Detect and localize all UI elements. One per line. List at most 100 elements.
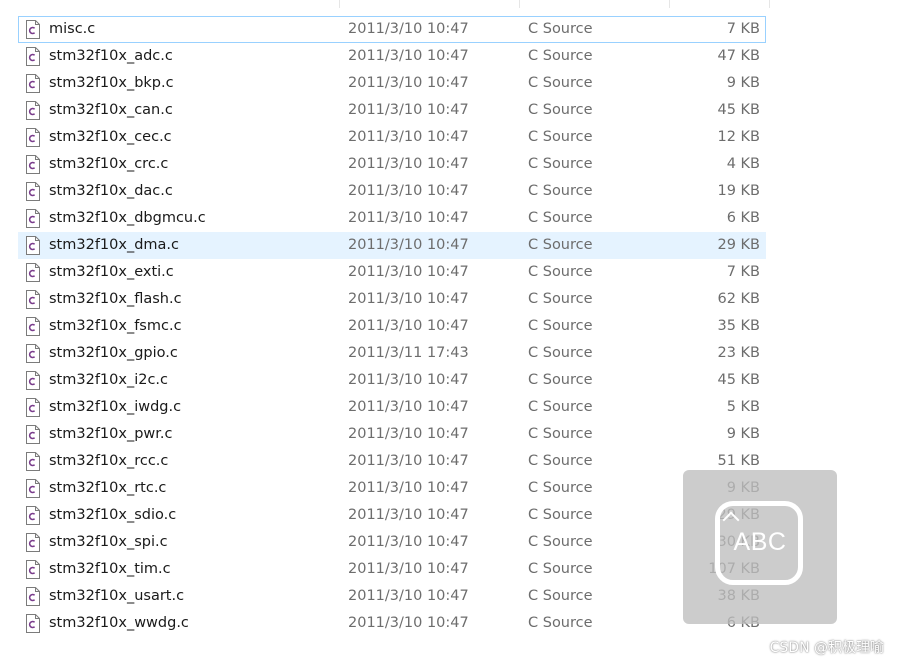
c-source-file-icon [25,209,41,228]
column-divider[interactable] [669,0,670,8]
file-type: C Source [528,102,593,118]
file-size: 45 KB [717,372,760,388]
file-type: C Source [528,372,593,388]
file-modified: 2011/3/10 10:47 [348,21,469,37]
c-source-file-icon [25,317,41,336]
c-source-file-icon [25,344,41,363]
c-source-file-icon [25,155,41,174]
file-row[interactable]: stm32f10x_rcc.c 2011/3/10 10:47 C Source 51… [18,448,766,475]
file-size: 62 KB [717,291,760,307]
file-row[interactable]: stm32f10x_can.c 2011/3/10 10:47 C Source 45… [18,97,766,124]
column-divider[interactable] [339,0,340,8]
file-type: C Source [528,21,593,37]
file-row[interactable]: stm32f10x_pwr.c 2011/3/10 10:47 C Source 9 … [18,421,766,448]
file-name: stm32f10x_cec.c [49,129,172,145]
file-row[interactable]: stm32f10x_dbgmcu.c 2011/3/10 10:47 C Sourc… [18,205,766,232]
column-divider[interactable] [769,0,770,8]
file-size: 4 KB [726,156,760,172]
file-modified: 2011/3/10 10:47 [348,183,469,199]
file-row[interactable]: stm32f10x_sdio.c2011/3/10 10:47C Source2… [18,502,766,529]
file-row[interactable]: stm32f10x_adc.c 2011/3/10 10:47 C Source 47… [18,43,766,70]
c-source-file-icon [25,47,41,66]
file-modified: 2011/3/10 10:47 [348,615,469,631]
file-type: C Source [528,156,593,172]
file-name: misc.c [49,21,96,37]
file-name: stm32f10x_exti.c [49,264,174,280]
file-name: stm32f10x_bkp.c [49,75,174,91]
file-size: 7 KB [726,21,760,37]
file-modified: 2011/3/11 17:43 [348,345,469,361]
file-row[interactable]: stm32f10x_dma.c 2011/3/10 10:47 C Source 29… [18,232,766,259]
c-source-file-icon [25,614,41,633]
file-row[interactable]: stm32f10x_rtc.c2011/3/10 10:47C Source9 … [18,475,766,502]
file-name: stm32f10x_crc.c [49,156,169,172]
file-modified: 2011/3/10 10:47 [348,264,469,280]
c-source-file-icon [25,290,41,309]
file-type: C Source [528,210,593,226]
file-name: stm32f10x_pwr.c [49,426,173,442]
file-modified: 2011/3/10 10:47 [348,399,469,415]
file-modified: 2011/3/10 10:47 [348,561,469,577]
file-row[interactable]: stm32f10x_dac.c 2011/3/10 10:47 C Source 19… [18,178,766,205]
file-modified: 2011/3/10 10:47 [348,372,469,388]
file-name: stm32f10x_spi.c [49,534,168,550]
file-type: C Source [528,588,593,604]
file-name: stm32f10x_tim.c [49,561,171,577]
file-modified: 2011/3/10 10:47 [348,588,469,604]
file-size: 29 KB [717,237,760,253]
file-type: C Source [528,480,593,496]
file-modified: 2011/3/10 10:47 [348,534,469,550]
c-source-file-icon [25,425,41,444]
file-size: 35 KB [717,318,760,334]
file-type: C Source [528,237,593,253]
file-name: stm32f10x_gpio.c [49,345,178,361]
c-source-file-icon [25,182,41,201]
file-type: C Source [528,129,593,145]
file-size: 23 KB [717,345,760,361]
c-source-file-icon [25,74,41,93]
file-modified: 2011/3/10 10:47 [348,480,469,496]
c-source-file-icon [25,101,41,120]
file-modified: 2011/3/10 10:47 [348,210,469,226]
file-type: C Source [528,345,593,361]
file-type: C Source [528,318,593,334]
c-source-file-icon [25,398,41,417]
file-modified: 2011/3/10 10:47 [348,156,469,172]
file-row[interactable]: stm32f10x_spi.c2011/3/10 10:47C Source30… [18,529,766,556]
file-name: stm32f10x_dma.c [49,237,179,253]
file-type: C Source [528,291,593,307]
c-source-file-icon [25,236,41,255]
file-type: C Source [528,183,593,199]
file-size: 6 KB [726,210,760,226]
file-size: 12 KB [717,129,760,145]
file-row[interactable]: stm32f10x_crc.c 2011/3/10 10:47 C Source 4 … [18,151,766,178]
file-type: C Source [528,48,593,64]
file-row[interactable]: stm32f10x_cec.c 2011/3/10 10:47 C Source 12… [18,124,766,151]
file-row[interactable]: stm32f10x_flash.c 2011/3/10 10:47 C Source… [18,286,766,313]
file-row[interactable]: stm32f10x_wwdg.c2011/3/10 10:47C Source6… [18,610,766,637]
file-modified: 2011/3/10 10:47 [348,507,469,523]
file-name: stm32f10x_fsmc.c [49,318,182,334]
column-divider[interactable] [519,0,520,8]
file-type: C Source [528,561,593,577]
file-modified: 2011/3/10 10:47 [348,426,469,442]
file-row[interactable]: stm32f10x_exti.c 2011/3/10 10:47 C Source 7… [18,259,766,286]
file-row[interactable]: stm32f10x_bkp.c 2011/3/10 10:47 C Source 9 … [18,70,766,97]
file-row[interactable]: misc.c 2011/3/10 10:47 C Source 7 KB [18,16,766,43]
file-modified: 2011/3/10 10:47 [348,102,469,118]
file-type: C Source [528,615,593,631]
file-modified: 2011/3/10 10:47 [348,48,469,64]
file-size: 9 KB [726,426,760,442]
file-type: C Source [528,507,593,523]
file-row[interactable]: stm32f10x_gpio.c 2011/3/11 17:43 C Source 2… [18,340,766,367]
file-row[interactable]: stm32f10x_i2c.c 2011/3/10 10:47 C Source 45… [18,367,766,394]
file-row[interactable]: stm32f10x_fsmc.c 2011/3/10 10:47 C Source 3… [18,313,766,340]
file-type: C Source [528,426,593,442]
file-name: stm32f10x_usart.c [49,588,185,604]
file-row[interactable]: stm32f10x_usart.c 2011/3/10 10:47 C Source… [18,583,766,610]
file-row[interactable]: stm32f10x_iwdg.c 2011/3/10 10:47 C Source 5… [18,394,766,421]
c-source-file-icon [25,587,41,606]
file-type: C Source [528,534,593,550]
file-row[interactable]: stm32f10x_tim.c2011/3/10 10:47C Source10… [18,556,766,583]
file-size: 47 KB [717,48,760,64]
